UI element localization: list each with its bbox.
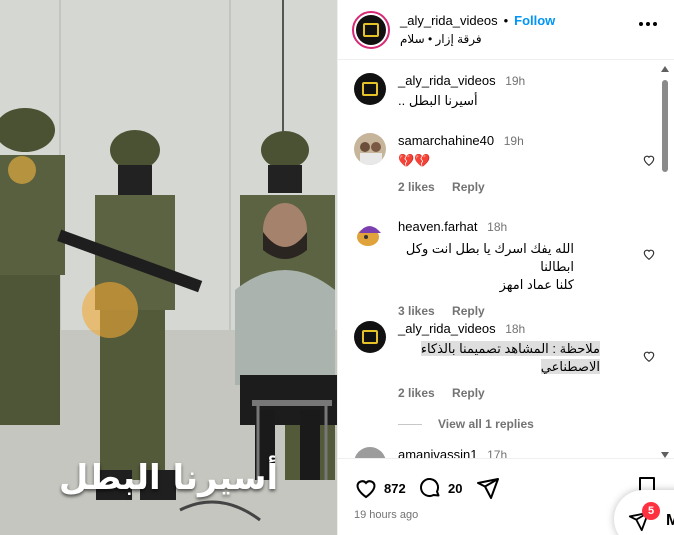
commenter-avatar[interactable] — [354, 321, 386, 353]
comment-item: amanivassin1 17h — [354, 447, 644, 458]
comment-time: 19h — [505, 74, 526, 88]
comment-text: الله يفك اسرك يا بطل انت وكل ابطالنا كلن… — [398, 240, 574, 294]
notification-badge: 5 — [642, 502, 660, 520]
commenter-avatar[interactable] — [354, 219, 386, 251]
comments-list: _aly_rida_videos 19h أسيرنا البطل .. sam… — [338, 61, 674, 458]
audio-subtitle[interactable]: فرقة إزار • سلام — [400, 32, 555, 46]
comment-item: _aly_rida_videos 18h ملاحظة : المشاهد تص… — [354, 321, 655, 400]
channel-logo-icon — [362, 330, 378, 344]
author-avatar[interactable] — [352, 10, 390, 49]
post-side-panel: _aly_rida_videos • Follow فرقة إزار • سل… — [337, 0, 674, 535]
comment-likes[interactable]: 3 likes — [398, 304, 435, 318]
commenter-avatar[interactable] — [354, 447, 386, 458]
comment-text: 💔💔 — [398, 153, 431, 168]
comment-username[interactable]: _aly_rida_videos — [398, 73, 496, 88]
like-comment-heart-icon[interactable] — [642, 247, 656, 261]
comment-time: 18h — [505, 322, 526, 336]
share-action[interactable] — [476, 476, 500, 500]
reply-button[interactable]: Reply — [452, 304, 485, 318]
post-media-image[interactable]: أسيرنا البطل — [0, 0, 337, 535]
comment-time: 17h — [487, 448, 508, 458]
comment-username[interactable]: heaven.farhat — [398, 219, 478, 234]
comment-time: 18h — [487, 220, 508, 234]
follow-button[interactable]: Follow — [514, 13, 555, 28]
heart-icon[interactable] — [354, 476, 378, 500]
like-comment-heart-icon[interactable] — [642, 349, 656, 363]
comment-time: 19h — [503, 134, 524, 148]
like-comment-heart-icon[interactable] — [642, 153, 656, 167]
comment-text-line: الاصطناعي — [540, 359, 600, 374]
share-icon[interactable] — [476, 476, 500, 500]
more-options-icon[interactable] — [639, 22, 657, 26]
comment-username[interactable]: samarchahine40 — [398, 133, 494, 148]
comment-item: heaven.farhat 18h الله يفك اسرك يا بطل ا… — [354, 219, 655, 318]
comment-action[interactable]: 20 — [418, 476, 462, 500]
like-action[interactable]: 872 — [354, 476, 406, 500]
view-replies-label[interactable]: View all 1 replies — [438, 417, 534, 431]
scene-illustration — [0, 0, 337, 535]
comment-username[interactable]: _aly_rida_videos — [398, 321, 496, 336]
comment-username[interactable]: amanivassin1 — [398, 447, 478, 458]
comment-text-line: الله يفك اسرك يا بطل انت وكل ابطالنا — [405, 241, 574, 274]
comments-scrollbar[interactable] — [660, 66, 670, 458]
comment-icon[interactable] — [418, 476, 442, 500]
post-time-ago: 19 hours ago — [354, 509, 419, 521]
messages-button[interactable]: 5 M — [614, 490, 674, 535]
comment-text-line: كلنا عماد امهز — [499, 277, 574, 292]
commenter-avatar[interactable] — [354, 133, 386, 165]
view-replies-button[interactable]: View all 1 replies — [398, 417, 534, 431]
comment-item: samarchahine40 19h 💔💔 2 likes Reply — [354, 133, 655, 194]
scroll-thumb[interactable] — [662, 80, 668, 172]
post-header: _aly_rida_videos • Follow فرقة إزار • سل… — [338, 0, 674, 60]
media-overlay-text: أسيرنا البطل — [58, 458, 279, 498]
instagram-post: أسيرنا البطل _aly_rida_videos • Follow ف… — [0, 0, 674, 535]
caption-comment: _aly_rida_videos 19h أسيرنا البطل .. — [354, 73, 644, 110]
comment-text: ملاحظة : المشاهد تصميمنا بالذكاء الاصطنا… — [398, 340, 600, 376]
channel-logo-icon — [362, 82, 378, 96]
scroll-up-arrow[interactable] — [661, 66, 669, 72]
comment-text: أسيرنا البطل .. — [398, 93, 478, 108]
messages-label[interactable]: M — [666, 512, 674, 530]
comment-text-line: ملاحظة : المشاهد تصميمنا بالذكاء — [420, 341, 600, 356]
author-username[interactable]: _aly_rida_videos — [400, 13, 498, 28]
separator-dot: • — [503, 13, 509, 28]
commenter-avatar[interactable] — [354, 73, 386, 105]
channel-logo-icon — [363, 22, 379, 37]
like-count[interactable]: 872 — [384, 481, 406, 496]
reply-button[interactable]: Reply — [452, 180, 485, 194]
comment-likes[interactable]: 2 likes — [398, 180, 435, 194]
reply-divider — [398, 423, 422, 425]
comment-likes[interactable]: 2 likes — [398, 386, 435, 400]
comment-count[interactable]: 20 — [448, 481, 462, 496]
reply-button[interactable]: Reply — [452, 386, 485, 400]
